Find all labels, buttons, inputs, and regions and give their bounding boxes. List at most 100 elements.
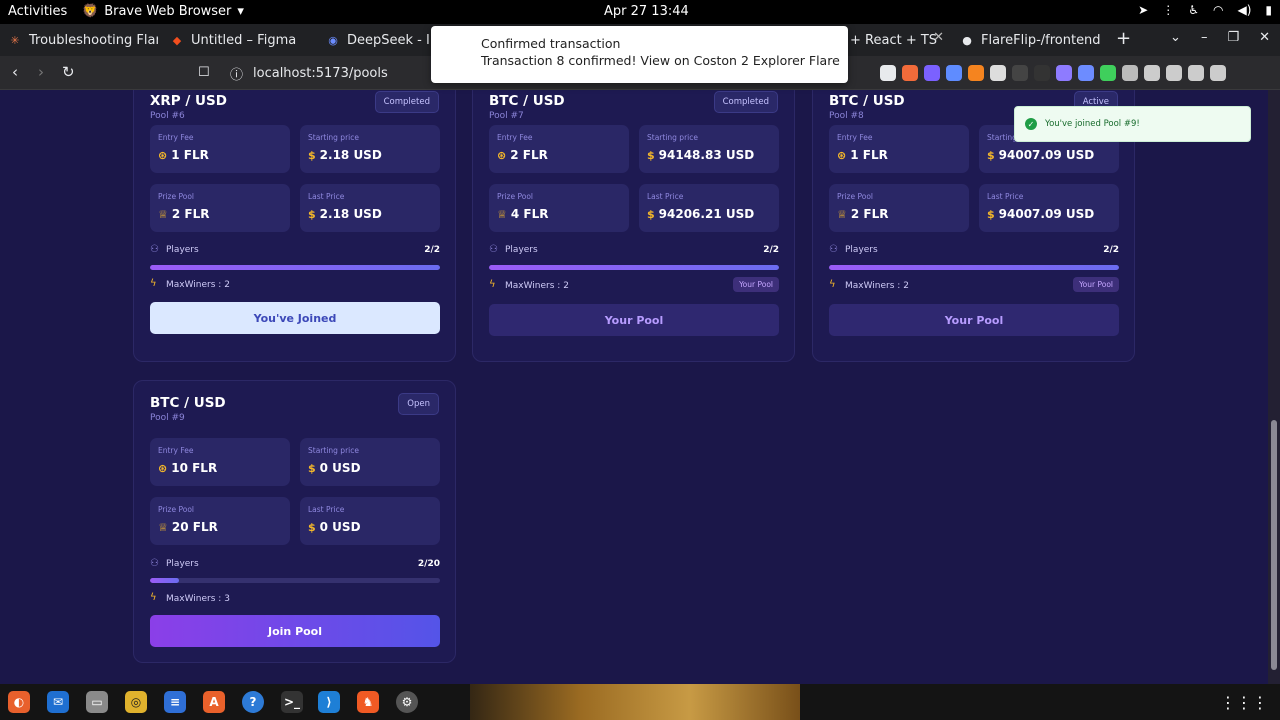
url-text: localhost:5173/pools — [253, 65, 388, 81]
extension-icon[interactable] — [1034, 65, 1050, 81]
entry-fee-label: Entry Fee — [158, 446, 194, 455]
wifi-icon[interactable]: ◠ — [1213, 3, 1223, 17]
extension-icon[interactable] — [946, 65, 962, 81]
deepseek-icon: ◉ — [328, 33, 338, 47]
lightning-icon: ϟ — [829, 279, 836, 290]
starting-price-value: 94007.09 USD — [998, 148, 1095, 162]
last-price-value: 2.18 USD — [319, 207, 382, 221]
pool-card: BTC / USD Pool #9 Open Entry Fee ⊛ 10 FLR… — [133, 380, 456, 663]
tab-github[interactable]: ● FlareFlip-/frontend/ — [960, 24, 1100, 56]
brave-dock-icon[interactable]: ♞ — [357, 691, 379, 713]
extension-icon[interactable] — [924, 65, 940, 81]
writer-icon[interactable]: ≡ — [164, 691, 186, 713]
prize-pool-cell: Prize Pool ♕ 2 FLR — [829, 184, 969, 232]
bookmark-icon[interactable]: ☐ — [198, 65, 210, 80]
dollar-icon: $ — [308, 148, 316, 162]
settings-icon[interactable]: ⚙ — [396, 691, 418, 713]
starting-price-cell: Starting price $0 USD — [300, 438, 440, 486]
players-row: ⚇ Players 2/2 — [150, 244, 440, 258]
extension-icon[interactable] — [1078, 65, 1094, 81]
starting-price-cell: Starting price $2.18 USD — [300, 125, 440, 173]
tab-figma[interactable]: ◆ Untitled – Figma — [170, 24, 320, 56]
joined-button[interactable]: You've Joined — [150, 302, 440, 334]
players-count: 2/2 — [424, 245, 440, 255]
extensions-puzzle-icon[interactable] — [1122, 65, 1138, 81]
your-pool-button[interactable]: Your Pool — [829, 304, 1119, 336]
terminal-icon[interactable]: >_ — [281, 691, 303, 713]
scrollbar-thumb[interactable] — [1271, 420, 1277, 670]
pool-card: BTC / USD Pool #7 Completed Entry Fee ⊛ 2… — [472, 90, 795, 362]
files-icon[interactable]: ▭ — [86, 691, 108, 713]
coins-icon: ⊛ — [158, 148, 168, 162]
extension-icon[interactable] — [1012, 65, 1028, 81]
players-progress-bar — [150, 265, 440, 270]
forward-icon[interactable]: › — [38, 63, 44, 81]
last-price-cell: Last Price $2.18 USD — [300, 184, 440, 232]
volume-icon[interactable]: ◀) — [1237, 3, 1251, 17]
leo-ai-icon[interactable] — [1188, 65, 1204, 81]
sidebar-icon[interactable] — [1144, 65, 1160, 81]
tab-search-icon[interactable]: ⌄ — [1170, 30, 1181, 45]
vscode-icon[interactable]: ⟩ — [318, 691, 340, 713]
success-toast[interactable]: ✓ You've joined Pool #9! — [1014, 106, 1251, 142]
starting-price-label: Starting price — [308, 446, 359, 455]
show-apps-icon[interactable]: ⋮⋮⋮ — [1220, 693, 1268, 712]
entry-fee-value: 10 FLR — [171, 461, 218, 475]
players-progress-bar — [829, 265, 1119, 270]
extension-icon[interactable] — [990, 65, 1006, 81]
status-badge: Completed — [374, 91, 439, 113]
prize-pool-cell: Prize Pool ♕ 2 FLR — [150, 184, 290, 232]
extension-icon[interactable] — [902, 65, 918, 81]
menu-icon[interactable] — [1210, 65, 1226, 81]
join-pool-button[interactable]: Join Pool — [150, 615, 440, 647]
page-scrollbar[interactable] — [1268, 90, 1280, 684]
activities-button[interactable]: Activities — [8, 4, 67, 19]
github-icon: ● — [962, 33, 972, 47]
users-icon: ⚇ — [489, 244, 498, 255]
coins-icon: ⊛ — [497, 148, 507, 162]
users-icon: ⚇ — [829, 244, 838, 255]
system-tray[interactable]: ➤ ⋮ ♿ ◠ ◀) ▮ — [1138, 3, 1272, 17]
entry-fee-value: 1 FLR — [171, 148, 209, 162]
players-label: Players — [505, 245, 538, 255]
entry-fee-label: Entry Fee — [158, 133, 194, 142]
close-tab-icon[interactable]: ✕ — [933, 30, 944, 45]
system-notification[interactable]: Confirmed transaction Transaction 8 conf… — [431, 26, 848, 83]
tab-deepseek[interactable]: ◉ DeepSeek - Int — [326, 24, 431, 56]
tab-react-ts[interactable]: + React + TS ✕ — [848, 24, 948, 56]
your-pool-badge: Your Pool — [1073, 277, 1119, 292]
battery-icon[interactable]: ▮ — [1265, 3, 1272, 17]
extension-icon[interactable] — [880, 65, 896, 81]
extension-icon[interactable] — [1056, 65, 1072, 81]
dollar-icon: $ — [308, 461, 316, 475]
extension-icon[interactable] — [1100, 65, 1116, 81]
entry-fee-label: Entry Fee — [497, 133, 533, 142]
back-icon[interactable]: ‹ — [12, 63, 18, 81]
accessibility-icon[interactable]: ♿ — [1188, 3, 1199, 17]
clock[interactable]: Apr 27 13:44 — [604, 4, 689, 19]
more-icon[interactable]: ⋮ — [1162, 3, 1174, 17]
metamask-icon[interactable] — [968, 65, 984, 81]
prize-pool-label: Prize Pool — [837, 192, 874, 201]
telegram-icon[interactable]: ➤ — [1138, 3, 1148, 17]
new-tab-button[interactable]: + — [1116, 28, 1131, 49]
address-bar[interactable]: ⓘ localhost:5173/pools — [222, 60, 452, 86]
rhythmbox-icon[interactable]: ◎ — [125, 691, 147, 713]
tab-label: Troubleshooting Flar — [29, 32, 158, 48]
thunderbird-icon[interactable]: ✉ — [47, 691, 69, 713]
site-info-icon[interactable]: ⓘ — [230, 64, 243, 83]
maximize-icon[interactable]: ❐ — [1227, 30, 1239, 45]
your-pool-button[interactable]: Your Pool — [489, 304, 779, 336]
minimize-icon[interactable]: – — [1201, 30, 1208, 45]
prize-pool-value: 2 FLR — [171, 207, 210, 221]
close-window-icon[interactable]: ✕ — [1259, 30, 1270, 45]
notification-body: Transaction 8 confirmed! View on Coston … — [481, 53, 840, 68]
software-icon[interactable]: A — [203, 691, 225, 713]
pool-id: Pool #8 — [829, 111, 864, 121]
reload-icon[interactable]: ↻ — [62, 63, 75, 81]
firefox-icon[interactable]: ◐ — [8, 691, 30, 713]
tab-troubleshooting[interactable]: ✳ Troubleshooting Flar — [8, 24, 158, 56]
app-menu[interactable]: 🦁 Brave Web Browser ▾ — [82, 4, 244, 19]
wallet-icon[interactable] — [1166, 65, 1182, 81]
help-icon[interactable]: ? — [242, 691, 264, 713]
